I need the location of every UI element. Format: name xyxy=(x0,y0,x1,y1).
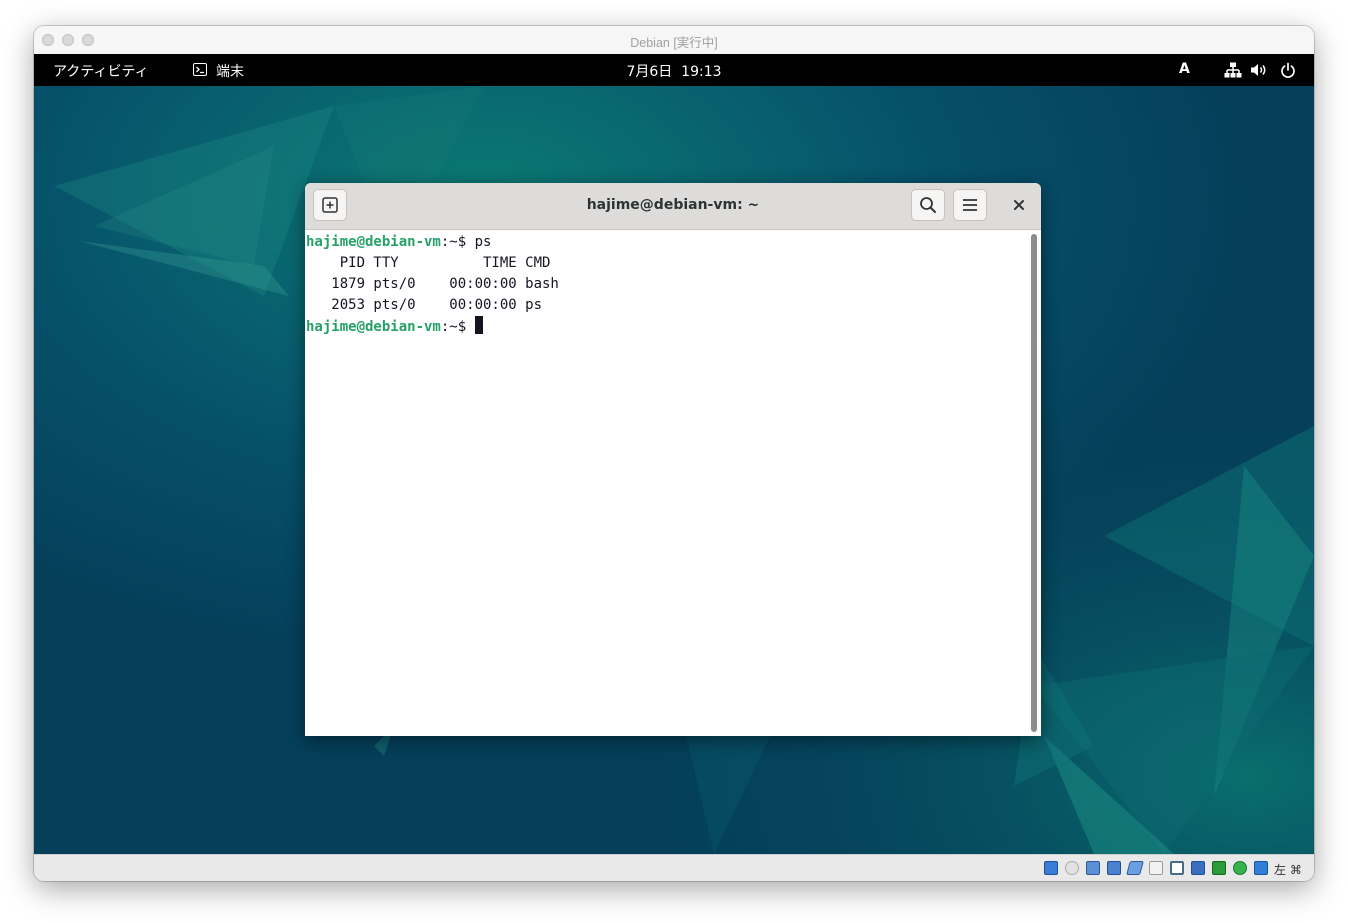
virtualbox-status-bar: 左 ⌘ xyxy=(34,854,1314,881)
terminal-line: 1879 pts/0 00:00:00 bash xyxy=(306,276,559,292)
terminal-line: PID TTY TIME CMD xyxy=(306,255,551,271)
mac-titlebar: Debian [実行中] xyxy=(34,26,1314,55)
recording-icon[interactable] xyxy=(1191,861,1205,875)
new-tab-button[interactable] xyxy=(313,189,347,221)
terminal-scrollbar[interactable] xyxy=(1027,230,1041,736)
close-terminal-button[interactable] xyxy=(1005,191,1033,219)
cpu-icon[interactable] xyxy=(1212,861,1226,875)
terminal-line: 2053 pts/0 00:00:00 ps xyxy=(306,297,543,313)
volume-icon xyxy=(1251,64,1266,76)
power-icon xyxy=(1281,62,1295,78)
mouse-integration-icon[interactable] xyxy=(1233,861,1247,875)
network-wired-icon xyxy=(1224,62,1242,78)
usb-icon[interactable] xyxy=(1126,861,1144,875)
gnome-top-bar: アクティビティ 端末 7月6日 19:13 A xyxy=(34,54,1314,86)
scrollbar-thumb[interactable] xyxy=(1031,234,1037,732)
terminal-headerbar[interactable]: hajime@debian-vm: ~ xyxy=(305,183,1041,230)
keyboard-capture-icon[interactable] xyxy=(1254,861,1268,875)
close-icon xyxy=(1014,200,1024,210)
hard-disk-icon[interactable] xyxy=(1044,861,1058,875)
shared-folder-icon[interactable] xyxy=(1149,861,1163,875)
input-method-indicator[interactable]: A xyxy=(1179,61,1190,77)
audio-icon[interactable] xyxy=(1086,861,1100,875)
window-title: Debian [実行中] xyxy=(630,36,718,50)
host-key-label: 左 ⌘ xyxy=(1274,863,1302,877)
terminal-line: hajime@debian-vm:~$ xyxy=(306,316,1027,337)
debian-desktop: hajime@debian-vm: ~ hajime@debian-vm:~$ … xyxy=(34,86,1314,854)
new-tab-icon xyxy=(322,197,338,213)
main-menu-button[interactable] xyxy=(953,189,987,221)
prompt-text: :~$ xyxy=(440,319,475,335)
text-cursor xyxy=(474,316,483,334)
prompt-user-host: hajime@debian-vm xyxy=(306,234,441,250)
optical-drive-icon[interactable] xyxy=(1065,861,1079,875)
terminal-output[interactable]: hajime@debian-vm:~$ ps PID TTY TIME CMD … xyxy=(305,230,1027,736)
search-button[interactable] xyxy=(911,189,945,221)
prompt-command: :~$ ps xyxy=(440,234,492,250)
terminal-line: hajime@debian-vm:~$ ps xyxy=(306,232,1027,253)
hamburger-menu-icon xyxy=(963,199,977,211)
display-icon[interactable] xyxy=(1170,861,1184,875)
clock[interactable]: 7月6日 19:13 xyxy=(34,61,1314,81)
network-icon[interactable] xyxy=(1107,861,1121,875)
prompt-user-host: hajime@debian-vm xyxy=(306,319,441,335)
virtualbox-window: Debian [実行中] アクティビティ 端末 7月6日 19:13 A haj… xyxy=(34,26,1314,881)
terminal-window[interactable]: hajime@debian-vm: ~ hajime@debian-vm:~$ … xyxy=(305,183,1041,736)
search-icon xyxy=(920,197,936,213)
system-menu[interactable] xyxy=(1222,62,1302,80)
